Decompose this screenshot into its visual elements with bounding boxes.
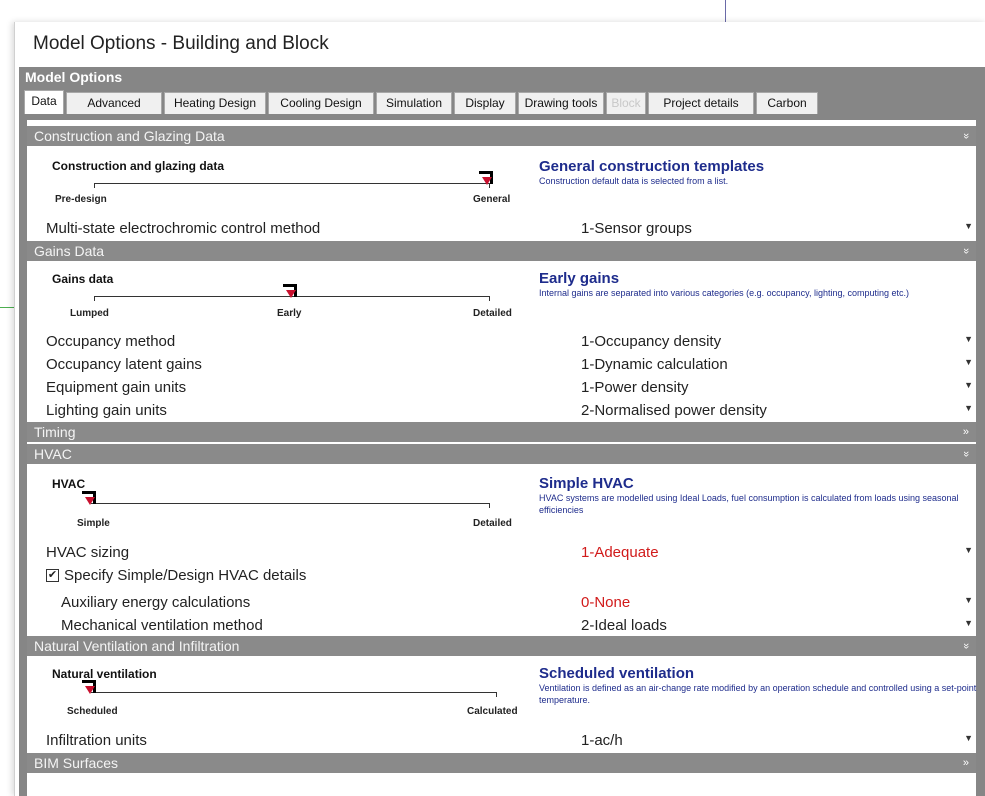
- background-line: [0, 307, 14, 308]
- dropdown-infiltration-units[interactable]: 1-ac/h ▼: [581, 731, 973, 750]
- slider-tick-label: Detailed: [473, 308, 512, 319]
- section-header-timing[interactable]: Timing »: [27, 422, 976, 442]
- slider-track: [94, 183, 490, 184]
- tab-content: Construction and Glazing Data » Construc…: [19, 114, 985, 796]
- dropdown-arrow-icon: ▼: [964, 733, 973, 743]
- section-header-construction[interactable]: Construction and Glazing Data »: [27, 126, 976, 146]
- dropdown-arrow-icon: ▼: [964, 334, 973, 344]
- double-chevron-right-icon: »: [962, 426, 969, 438]
- dropdown-auxiliary-energy[interactable]: 0-None ▼: [581, 593, 973, 612]
- dropdown-arrow-icon: ▼: [964, 357, 973, 367]
- slider-tick: [496, 692, 497, 697]
- section-header-natural-ventilation[interactable]: Natural Ventilation and Infiltration »: [27, 636, 976, 656]
- section-header-gains[interactable]: Gains Data »: [27, 241, 976, 261]
- slider-tick-label: Lumped: [70, 308, 109, 319]
- description-title: General construction templates: [539, 158, 765, 175]
- model-options-window: Model Options - Building and Block Model…: [14, 22, 985, 796]
- slider-track: [91, 692, 497, 693]
- tab-bar: Data Advanced Heating Design Cooling Des…: [19, 87, 985, 114]
- description-text: Ventilation is defined as an air-change …: [539, 683, 977, 705]
- row-label: Occupancy method: [46, 333, 176, 350]
- slider-marker[interactable]: [283, 284, 299, 300]
- dropdown-equipment-gain-units[interactable]: 1-Power density ▼: [581, 378, 973, 397]
- tab-display[interactable]: Display: [454, 92, 516, 114]
- slider-tick-label: Pre-design: [55, 194, 107, 205]
- row-label: Multi-state electrochromic control metho…: [46, 220, 321, 237]
- slider-tick: [94, 183, 95, 188]
- dropdown-arrow-icon: ▼: [964, 545, 973, 555]
- slider-label: Gains data: [52, 272, 114, 286]
- dropdown-occupancy-method[interactable]: 1-Occupancy density ▼: [581, 332, 973, 351]
- dropdown-hvac-sizing[interactable]: 1-Adequate ▼: [581, 543, 973, 562]
- slider-tick: [94, 296, 95, 301]
- description-title: Simple HVAC: [539, 475, 634, 492]
- section-header-hvac[interactable]: HVAC »: [27, 444, 976, 464]
- row-label: HVAC sizing: [46, 544, 130, 561]
- slider-tick-label: Simple: [77, 518, 110, 529]
- tab-cooling-design[interactable]: Cooling Design: [268, 92, 374, 114]
- tab-block: Block: [606, 92, 646, 114]
- slider-label: Construction and glazing data: [52, 159, 225, 173]
- dropdown-occupancy-latent-gains[interactable]: 1-Dynamic calculation ▼: [581, 355, 973, 374]
- row-label: Infiltration units: [46, 732, 147, 749]
- dropdown-arrow-icon: ▼: [964, 380, 973, 390]
- description-text: HVAC systems are modelled using Ideal Lo…: [539, 493, 959, 515]
- row-label: Lighting gain units: [46, 402, 167, 419]
- description-text: Internal gains are separated into variou…: [539, 288, 910, 298]
- slider-tick-label: General: [473, 194, 511, 205]
- specify-hvac-details-checkbox[interactable]: ✔: [46, 569, 59, 582]
- row-label: Equipment gain units: [46, 379, 187, 396]
- dropdown-electrochromic-control[interactable]: 1-Sensor groups ▼: [581, 219, 973, 238]
- section-title: Timing: [34, 424, 76, 440]
- slider-marker[interactable]: [479, 171, 495, 187]
- checkbox-label: Specify Simple/Design HVAC details: [64, 567, 307, 584]
- section-title: Gains Data: [34, 243, 105, 259]
- row-label: Occupancy latent gains: [46, 356, 202, 373]
- background-line: [725, 0, 726, 22]
- slider-tick-label: Calculated: [467, 706, 518, 717]
- tab-simulation[interactable]: Simulation: [376, 92, 452, 114]
- slider-tick-label: Scheduled: [67, 706, 118, 717]
- double-chevron-right-icon: »: [962, 757, 969, 769]
- dropdown-arrow-icon: ▼: [964, 221, 973, 231]
- description-text: Construction default data is selected fr…: [539, 176, 729, 186]
- dropdown-lighting-gain-units[interactable]: 2-Normalised power density ▼: [581, 401, 973, 420]
- tab-data[interactable]: Data: [24, 90, 64, 114]
- double-chevron-down-icon: »: [959, 450, 972, 458]
- dropdown-arrow-icon: ▼: [964, 618, 973, 628]
- double-chevron-down-icon: »: [959, 247, 972, 255]
- slider-tick-label: Detailed: [473, 518, 512, 529]
- row-label: Auxiliary energy calculations: [61, 594, 251, 611]
- slider-label: HVAC: [52, 477, 86, 491]
- tab-advanced[interactable]: Advanced: [66, 92, 162, 114]
- double-chevron-down-icon: »: [959, 132, 972, 140]
- description-title: Early gains: [539, 270, 620, 287]
- tab-heating-design[interactable]: Heating Design: [164, 92, 266, 114]
- slider-tick-label: Early: [277, 308, 302, 319]
- section-title: BIM Surfaces: [34, 755, 119, 771]
- slider-track: [91, 503, 490, 504]
- slider-marker[interactable]: [82, 680, 98, 696]
- window-title: Model Options - Building and Block: [33, 33, 329, 54]
- tab-carbon[interactable]: Carbon: [756, 92, 818, 114]
- panel-title: Model Options: [19, 67, 985, 87]
- section-title: HVAC: [34, 446, 72, 462]
- section-title: Construction and Glazing Data: [34, 128, 225, 144]
- description-title: Scheduled ventilation: [539, 665, 695, 682]
- tab-drawing-tools[interactable]: Drawing tools: [518, 92, 604, 114]
- tab-project-details[interactable]: Project details: [648, 92, 754, 114]
- section-title: Natural Ventilation and Infiltration: [34, 638, 240, 654]
- slider-marker[interactable]: [82, 491, 98, 507]
- dropdown-arrow-icon: ▼: [964, 403, 973, 413]
- dropdown-mechanical-ventilation[interactable]: 2-Ideal loads ▼: [581, 616, 973, 635]
- double-chevron-down-icon: »: [959, 642, 972, 650]
- options-panel: Construction and Glazing Data » Construc…: [27, 120, 976, 796]
- slider-tick: [489, 503, 490, 508]
- section-header-bim-surfaces[interactable]: BIM Surfaces »: [27, 753, 976, 773]
- row-label: Mechanical ventilation method: [61, 617, 263, 634]
- slider-tick: [489, 296, 490, 301]
- dropdown-arrow-icon: ▼: [964, 595, 973, 605]
- slider-label: Natural ventilation: [52, 667, 157, 681]
